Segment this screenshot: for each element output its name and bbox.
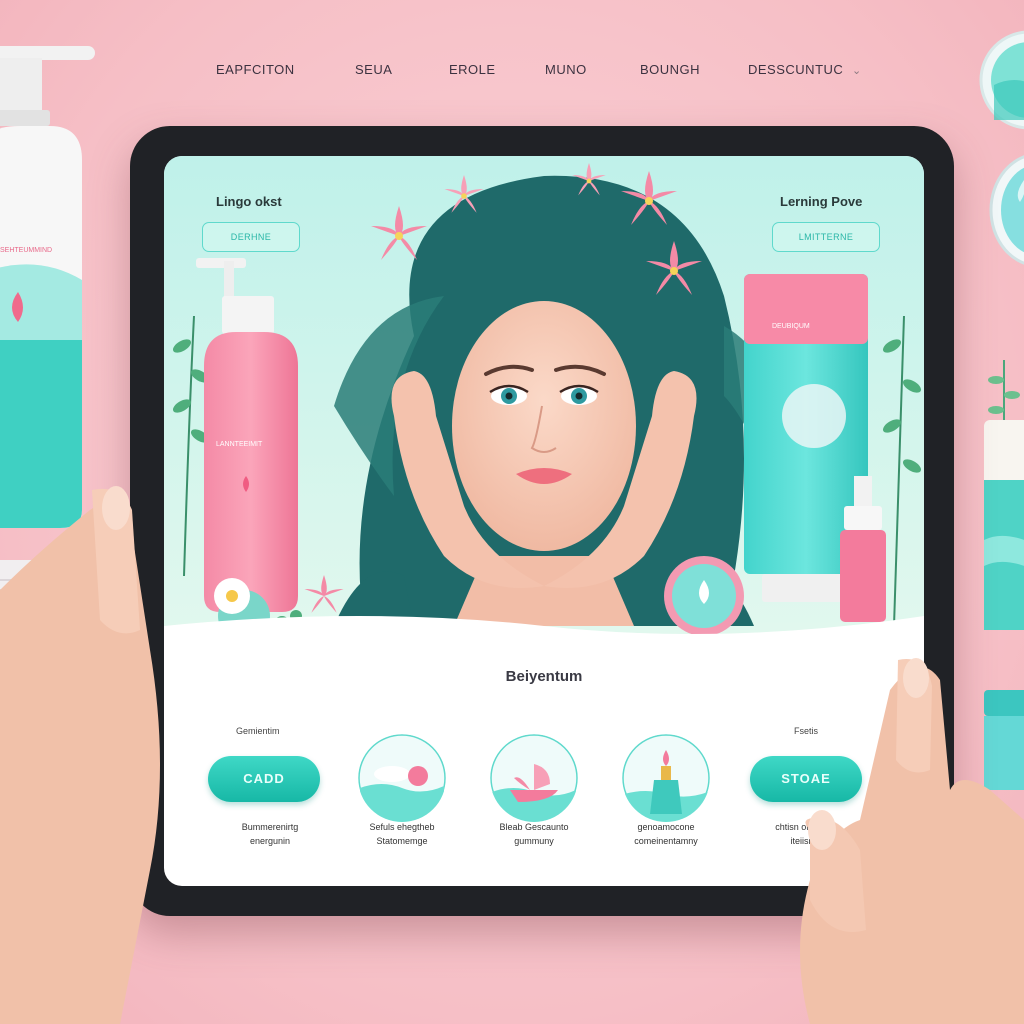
caption-4: genoamocone comeinentamny xyxy=(634,822,698,846)
hero-left-button[interactable]: DERHNE xyxy=(202,222,300,252)
background-jar-2 xyxy=(989,155,1024,265)
caption-1: Bummerenirtg energunin xyxy=(241,822,299,846)
left-cta-button[interactable]: CADD xyxy=(208,756,320,802)
bg-bottle-label: SEHTEUMMIND xyxy=(0,247,52,254)
right-hand xyxy=(800,658,1024,1024)
nav-item-3[interactable]: EROLE xyxy=(449,62,496,77)
caption-2: Sefuls ehegtheb Statomemge xyxy=(369,822,435,846)
top-nav: EAPFCITON SEUA EROLE MUNO BOUNGH DESSCUN… xyxy=(0,62,1024,86)
background-tube xyxy=(984,420,1024,630)
caption-3: Bleab Gescaunto gummuny xyxy=(499,822,569,846)
background-pump-bottle: SEHTEUMMIND xyxy=(0,46,95,528)
serum-dropper-icon xyxy=(622,734,710,822)
features-left-label: Gemientim xyxy=(236,726,280,736)
feature-serum[interactable] xyxy=(622,734,710,822)
hero-right-label: Lerning Pove xyxy=(780,194,863,209)
tube-label: DEUBIQUM xyxy=(772,323,810,330)
hero-banner: LANNTEEIMIT DEUBIQUM Lingo okst DERHNE L… xyxy=(164,156,924,656)
nav-item-1[interactable]: EAPFCITON xyxy=(216,62,295,77)
pump-bottle-label: LANNTEEIMIT xyxy=(216,441,263,448)
boat-icon xyxy=(490,734,578,822)
feature-boat[interactable] xyxy=(490,734,578,822)
feature-cream-jar[interactable] xyxy=(358,734,446,822)
cream-jar-icon xyxy=(358,734,446,822)
nav-item-4[interactable]: MUNO xyxy=(545,62,587,77)
hero-right-button[interactable]: LMITTERNE xyxy=(772,222,880,252)
hero-left-label: Lingo okst xyxy=(216,194,282,209)
nav-item-6[interactable]: DESSCUNTUC xyxy=(748,62,843,77)
cream-jar-icon xyxy=(664,556,744,636)
background-jar-1 xyxy=(979,30,1024,130)
nav-item-2[interactable]: SEUA xyxy=(355,62,392,77)
chevron-down-icon[interactable]: ⌄ xyxy=(852,64,862,77)
left-hand xyxy=(0,486,160,1024)
nav-item-5[interactable]: BOUNGH xyxy=(640,62,700,77)
